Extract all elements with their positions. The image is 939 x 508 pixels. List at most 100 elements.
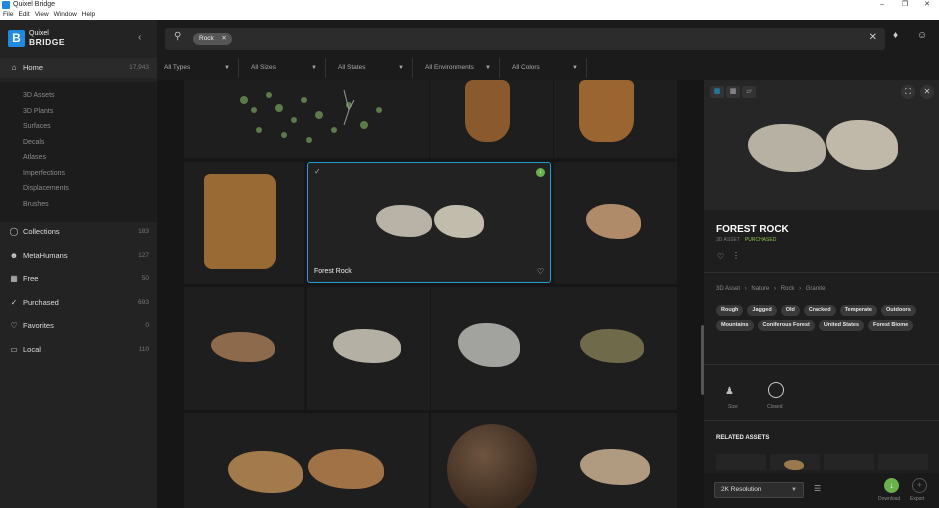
sidebar-item-local[interactable]: ▭ Local 110 <box>0 340 157 360</box>
divider <box>704 420 939 421</box>
tag[interactable]: Cracked <box>803 305 836 316</box>
sidebar-item-count: 693 <box>138 299 149 306</box>
chevron-down-icon: ▼ <box>311 65 317 71</box>
fullscreen-icon[interactable]: ⛶ <box>901 85 915 99</box>
export-label: Export <box>910 496 925 502</box>
sidebar-item-collections[interactable]: ◯ Collections 183 <box>0 222 157 242</box>
asset-tile[interactable] <box>431 413 554 508</box>
sidebar-item-label: Home <box>23 63 44 72</box>
asset-tile[interactable] <box>554 287 677 410</box>
minimize-button[interactable]: – <box>875 0 889 10</box>
menu-window[interactable]: Window <box>54 10 77 20</box>
restore-button[interactable]: ❐ <box>898 0 912 10</box>
sidebar-item-purchased[interactable]: ✓ Purchased 693 <box>0 293 157 313</box>
clear-search-icon[interactable]: ✕ <box>869 32 877 43</box>
asset-tile[interactable] <box>431 287 554 410</box>
sidebar-item-favorites[interactable]: ♡ Favorites 0 <box>0 316 157 336</box>
resolution-select[interactable]: 2K Resolution ▼ <box>714 482 804 498</box>
tag[interactable]: Jagged <box>747 305 777 316</box>
sidebar-item-free[interactable]: ▦ Free 50 <box>0 269 157 289</box>
3d-view-icon[interactable]: ▱ <box>742 86 756 98</box>
more-options-icon[interactable]: ⋮ <box>732 251 740 260</box>
download-button[interactable]: ↓ <box>884 478 899 493</box>
texture-view-icon[interactable]: ▩ <box>726 86 740 98</box>
collapse-sidebar-icon[interactable]: ‹ <box>138 32 141 43</box>
chevron-down-icon: ▼ <box>572 65 578 71</box>
sidebar-sub-surfaces[interactable]: Surfaces <box>23 123 51 130</box>
filter-colors[interactable]: All Colors ▼ <box>500 58 587 78</box>
tag[interactable]: Rough <box>716 305 744 316</box>
menu-bar: File Edit View Window Help <box>0 10 939 20</box>
filter-sizes[interactable]: All Sizes ▼ <box>239 58 326 78</box>
asset-tile[interactable] <box>430 80 553 158</box>
sidebar-sub-3d-plants[interactable]: 3D Plants <box>23 108 53 115</box>
tag[interactable]: United States <box>818 320 865 331</box>
asset-tile[interactable] <box>554 80 677 158</box>
tag[interactable]: Outdoors <box>881 305 916 316</box>
settings-sliders-icon[interactable]: ☰ <box>814 484 821 493</box>
closed-shape-icon <box>768 382 784 398</box>
breadcrumb-item[interactable]: Nature <box>751 286 769 292</box>
sidebar-sub-atlases[interactable]: Atlases <box>23 154 46 161</box>
bell-icon[interactable]: ♦ <box>893 30 898 41</box>
divider <box>704 364 939 365</box>
sidebar-home-row[interactable]: ⌂ Home 17,943 <box>0 58 157 78</box>
cliff-thumbnail <box>465 80 510 142</box>
asset-tile[interactable] <box>184 80 429 158</box>
asset-tile[interactable] <box>184 413 429 508</box>
sidebar-sub-brushes[interactable]: Brushes <box>23 201 49 208</box>
sidebar-sub-3d-assets[interactable]: 3D Assets <box>23 92 55 99</box>
tag[interactable]: Temperate <box>839 305 877 316</box>
breadcrumb: 3D Asset › Nature › Rock › Granite <box>716 286 825 292</box>
sidebar-sub-displacements[interactable]: Displacements <box>23 185 69 192</box>
related-asset-thumb[interactable] <box>716 454 766 470</box>
menu-view[interactable]: View <box>35 10 49 20</box>
filter-types[interactable]: All Types ▼ <box>157 58 239 78</box>
breadcrumb-item[interactable]: 3D Asset <box>716 286 740 292</box>
rock-thumbnail <box>376 205 432 237</box>
filter-environments[interactable]: All Environments ▼ <box>413 58 500 78</box>
filter-label: All States <box>338 64 366 71</box>
asset-title: FOREST ROCK <box>716 224 789 235</box>
breadcrumb-item[interactable]: Granite <box>806 286 826 292</box>
check-icon[interactable]: ✓ <box>314 167 321 176</box>
asset-tile[interactable] <box>184 287 304 410</box>
sidebar-item-metahumans[interactable]: ☻ MetaHumans 127 <box>0 246 157 266</box>
asset-tile[interactable] <box>307 287 430 410</box>
menu-file[interactable]: File <box>3 10 13 20</box>
asset-tile-selected[interactable]: ✓ ↓ Forest Rock ♡ <box>307 162 551 283</box>
filter-states[interactable]: All States ▼ <box>326 58 413 78</box>
close-window-button[interactable]: ✕ <box>920 0 934 10</box>
asset-tile[interactable] <box>184 162 304 284</box>
filter-label: All Environments <box>425 64 474 71</box>
favorite-heart-icon[interactable]: ♡ <box>537 267 544 276</box>
rock-preview <box>826 120 898 170</box>
home-icon: ⌂ <box>11 63 17 72</box>
tag[interactable]: Forest Biome <box>868 320 914 331</box>
user-icon[interactable]: ☺ <box>917 30 927 41</box>
export-button[interactable]: + <box>912 478 927 493</box>
search-bar[interactable]: ⚲ Rock ✕ ✕ <box>165 28 885 50</box>
breadcrumb-item[interactable]: Rock <box>781 286 795 292</box>
filter-label: All Types <box>164 64 191 71</box>
close-panel-icon[interactable]: ✕ <box>920 85 934 99</box>
search-chip[interactable]: Rock ✕ <box>193 33 232 45</box>
related-asset-thumb[interactable] <box>878 454 928 470</box>
rock-thumbnail <box>211 332 275 362</box>
menu-help[interactable]: Help <box>82 10 95 20</box>
tag[interactable]: Old <box>780 305 800 316</box>
sidebar-sub-imperfections[interactable]: Imperfections <box>23 170 65 177</box>
menu-edit[interactable]: Edit <box>18 10 29 20</box>
image-view-icon[interactable]: ▦ <box>710 86 724 98</box>
favorite-heart-icon[interactable]: ♡ <box>717 252 724 261</box>
remove-chip-icon[interactable]: ✕ <box>221 33 226 45</box>
tag[interactable]: Mountains <box>716 320 754 331</box>
related-asset-thumb[interactable] <box>770 454 820 470</box>
purchased-status: PURCHASED <box>744 237 777 243</box>
asset-tile[interactable] <box>554 162 677 284</box>
tag[interactable]: Coniferous Forest <box>757 320 815 331</box>
asset-tile[interactable] <box>554 413 677 508</box>
sidebar-sub-decals[interactable]: Decals <box>23 139 44 146</box>
download-label: Download <box>878 496 901 502</box>
related-asset-thumb[interactable] <box>824 454 874 470</box>
